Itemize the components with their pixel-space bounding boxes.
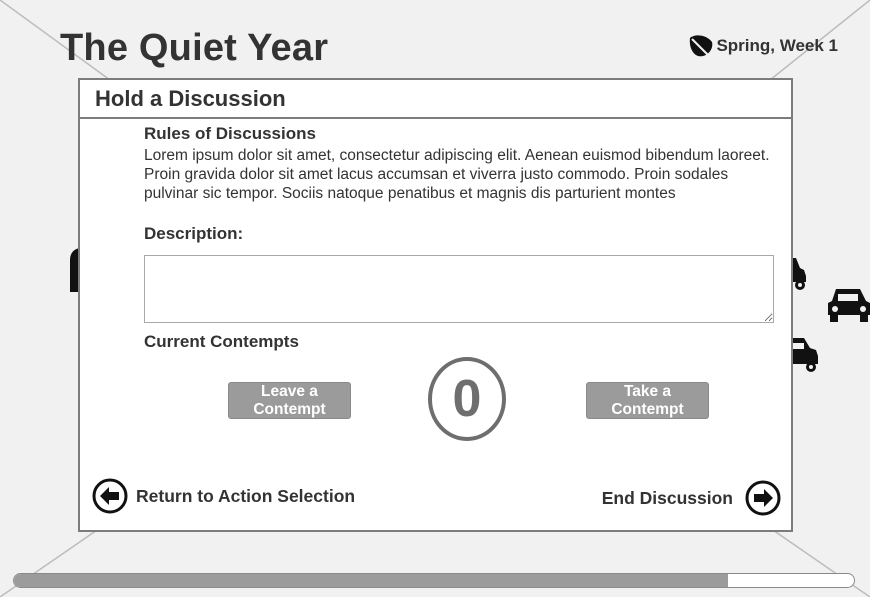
- contempt-counter: 0: [428, 357, 506, 441]
- leaf-icon: [690, 35, 713, 59]
- end-discussion-button[interactable]: End Discussion: [602, 480, 781, 516]
- return-to-action-selection-button[interactable]: Return to Action Selection: [92, 478, 355, 514]
- progress-fill: [14, 574, 728, 587]
- contempt-count: 0: [452, 370, 482, 428]
- contempts-label: Current Contempts: [144, 332, 299, 351]
- description-input[interactable]: [144, 255, 774, 323]
- return-label: Return to Action Selection: [136, 485, 356, 506]
- discussion-modal: Hold a Discussion Rules of Discussions L…: [78, 78, 793, 532]
- rules-text: Lorem ipsum dolor sit amet, consectetur …: [144, 147, 770, 202]
- car-icon: [828, 289, 870, 322]
- app-screen: The Quiet Year Spring, Week 1 Hold a Dis…: [0, 0, 870, 597]
- season-indicator: Spring, Week 1: [688, 32, 838, 60]
- take-contempt-button[interactable]: Take a Contempt: [586, 382, 709, 419]
- leave-contempt-button[interactable]: Leave a Contempt: [228, 382, 351, 419]
- app-title: The Quiet Year: [60, 27, 329, 69]
- rules-title: Rules of Discussions: [144, 124, 316, 143]
- arrow-left-circle-icon: [92, 478, 128, 514]
- season-label: Spring, Week 1: [716, 36, 838, 55]
- arrow-right-circle-icon: [745, 480, 781, 516]
- car-icon: [790, 338, 818, 372]
- progress-bar: [13, 573, 855, 588]
- car-icon: [790, 258, 806, 290]
- description-label: Description:: [144, 224, 244, 243]
- rules-section: Rules of Discussions Lorem ipsum dolor s…: [144, 124, 774, 203]
- end-label: End Discussion: [601, 487, 733, 508]
- modal-title: Hold a Discussion: [80, 80, 791, 119]
